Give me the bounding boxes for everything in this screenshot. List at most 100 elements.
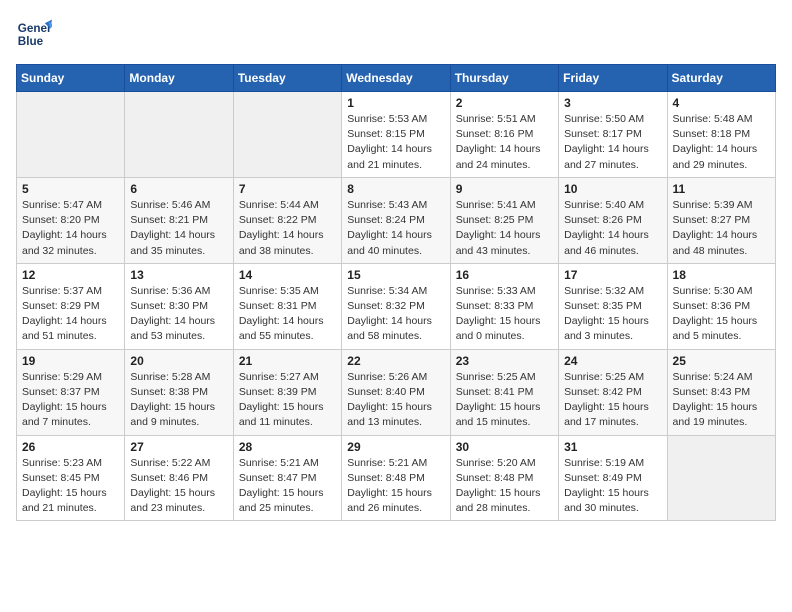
calendar-day-cell: 17Sunrise: 5:32 AMSunset: 8:35 PMDayligh… — [559, 263, 667, 349]
calendar-day-cell: 22 Sunrise: 5:26 AMSunset: 8:40 PMDayligh… — [342, 349, 450, 435]
day-info: Sunrise: 5:33 AMSunset: 8:33 PMDaylight:… — [456, 284, 553, 345]
calendar-day-cell: 19 Sunrise: 5:29 AMSunset: 8:37 PMDayligh… — [17, 349, 125, 435]
day-info: Sunrise: 5:26 AMSunset: 8:40 PMDaylight:… — [347, 370, 444, 431]
calendar-day-cell: 4 Sunrise: 5:48 AMSunset: 8:18 PMDaylight… — [667, 92, 775, 178]
day-number: 26 — [22, 440, 119, 454]
day-info: Sunrise: 5:43 AMSunset: 8:24 PMDaylight:… — [347, 198, 444, 259]
calendar-day-cell: 13 Sunrise: 5:36 AMSunset: 8:30 PMDayligh… — [125, 263, 233, 349]
day-number: 25 — [673, 354, 770, 368]
calendar-day-cell: 1 Sunrise: 5:53 AMSunset: 8:15 PMDaylight… — [342, 92, 450, 178]
day-info: Sunrise: 5:32 AMSunset: 8:35 PMDaylight:… — [564, 284, 661, 345]
day-of-week-header: Tuesday — [233, 65, 341, 92]
calendar-week-row: 26Sunrise: 5:23 AMSunset: 8:45 PMDayligh… — [17, 435, 776, 521]
page-header: General Blue — [16, 16, 776, 52]
day-number: 10 — [564, 182, 661, 196]
calendar-day-cell: 20 Sunrise: 5:28 AMSunset: 8:38 PMDayligh… — [125, 349, 233, 435]
calendar-day-cell — [667, 435, 775, 521]
day-info: Sunrise: 5:21 AMSunset: 8:48 PMDaylight:… — [347, 456, 444, 517]
day-info: Sunrise: 5:36 AMSunset: 8:30 PMDaylight:… — [130, 284, 227, 345]
day-info: Sunrise: 5:29 AMSunset: 8:37 PMDaylight:… — [22, 370, 119, 431]
calendar-day-cell: 8 Sunrise: 5:43 AMSunset: 8:24 PMDaylight… — [342, 177, 450, 263]
day-info: Sunrise: 5:30 AMSunset: 8:36 PMDaylight:… — [673, 284, 770, 345]
calendar-day-cell: 27 Sunrise: 5:22 AMSunset: 8:46 PMDayligh… — [125, 435, 233, 521]
day-of-week-header: Saturday — [667, 65, 775, 92]
calendar-day-cell: 31Sunrise: 5:19 AMSunset: 8:49 PMDayligh… — [559, 435, 667, 521]
calendar-day-cell: 25 Sunrise: 5:24 AMSunset: 8:43 PMDayligh… — [667, 349, 775, 435]
calendar-day-cell: 26Sunrise: 5:23 AMSunset: 8:45 PMDayligh… — [17, 435, 125, 521]
calendar-day-cell: 11Sunrise: 5:39 AMSunset: 8:27 PMDayligh… — [667, 177, 775, 263]
calendar-day-cell: 15 Sunrise: 5:34 AMSunset: 8:32 PMDayligh… — [342, 263, 450, 349]
day-number: 12 — [22, 268, 119, 282]
day-info: Sunrise: 5:46 AMSunset: 8:21 PMDaylight:… — [130, 198, 227, 259]
day-of-week-header: Wednesday — [342, 65, 450, 92]
day-number: 20 — [130, 354, 227, 368]
day-info: Sunrise: 5:41 AMSunset: 8:25 PMDaylight:… — [456, 198, 553, 259]
calendar-header-row: SundayMondayTuesdayWednesdayThursdayFrid… — [17, 65, 776, 92]
calendar-week-row: 19 Sunrise: 5:29 AMSunset: 8:37 PMDayligh… — [17, 349, 776, 435]
calendar-day-cell: 10 Sunrise: 5:40 AMSunset: 8:26 PMDayligh… — [559, 177, 667, 263]
day-number: 21 — [239, 354, 336, 368]
calendar-day-cell — [17, 92, 125, 178]
calendar-day-cell: 16 Sunrise: 5:33 AMSunset: 8:33 PMDayligh… — [450, 263, 558, 349]
calendar-day-cell: 6Sunrise: 5:46 AMSunset: 8:21 PMDaylight… — [125, 177, 233, 263]
calendar-day-cell: 23 Sunrise: 5:25 AMSunset: 8:41 PMDayligh… — [450, 349, 558, 435]
calendar-day-cell: 24 Sunrise: 5:25 AMSunset: 8:42 PMDayligh… — [559, 349, 667, 435]
day-number: 27 — [130, 440, 227, 454]
calendar-day-cell — [233, 92, 341, 178]
day-number: 22 — [347, 354, 444, 368]
day-info: Sunrise: 5:19 AMSunset: 8:49 PMDaylight:… — [564, 456, 661, 517]
day-info: Sunrise: 5:24 AMSunset: 8:43 PMDaylight:… — [673, 370, 770, 431]
calendar-day-cell: 28Sunrise: 5:21 AMSunset: 8:47 PMDayligh… — [233, 435, 341, 521]
day-number: 19 — [22, 354, 119, 368]
calendar-day-cell: 30 Sunrise: 5:20 AMSunset: 8:48 PMDayligh… — [450, 435, 558, 521]
calendar-week-row: 5Sunrise: 5:47 AMSunset: 8:20 PMDaylight… — [17, 177, 776, 263]
day-number: 3 — [564, 96, 661, 110]
day-number: 5 — [22, 182, 119, 196]
calendar-day-cell: 3 Sunrise: 5:50 AMSunset: 8:17 PMDaylight… — [559, 92, 667, 178]
day-info: Sunrise: 5:34 AMSunset: 8:32 PMDaylight:… — [347, 284, 444, 345]
calendar-day-cell: 7Sunrise: 5:44 AMSunset: 8:22 PMDaylight… — [233, 177, 341, 263]
day-number: 24 — [564, 354, 661, 368]
day-info: Sunrise: 5:21 AMSunset: 8:47 PMDaylight:… — [239, 456, 336, 517]
calendar-day-cell: 21 Sunrise: 5:27 AMSunset: 8:39 PMDayligh… — [233, 349, 341, 435]
calendar-day-cell: 14Sunrise: 5:35 AMSunset: 8:31 PMDayligh… — [233, 263, 341, 349]
day-info: Sunrise: 5:22 AMSunset: 8:46 PMDaylight:… — [130, 456, 227, 517]
logo-icon: General Blue — [16, 16, 52, 52]
day-number: 15 — [347, 268, 444, 282]
day-number: 2 — [456, 96, 553, 110]
day-info: Sunrise: 5:25 AMSunset: 8:41 PMDaylight:… — [456, 370, 553, 431]
day-number: 29 — [347, 440, 444, 454]
day-info: Sunrise: 5:48 AMSunset: 8:18 PMDaylight:… — [673, 112, 770, 173]
day-info: Sunrise: 5:27 AMSunset: 8:39 PMDaylight:… — [239, 370, 336, 431]
day-of-week-header: Friday — [559, 65, 667, 92]
logo: General Blue — [16, 16, 56, 52]
day-info: Sunrise: 5:51 AMSunset: 8:16 PMDaylight:… — [456, 112, 553, 173]
day-number: 1 — [347, 96, 444, 110]
calendar-day-cell — [125, 92, 233, 178]
calendar-day-cell: 12 Sunrise: 5:37 AMSunset: 8:29 PMDayligh… — [17, 263, 125, 349]
day-number: 30 — [456, 440, 553, 454]
calendar-day-cell: 18 Sunrise: 5:30 AMSunset: 8:36 PMDayligh… — [667, 263, 775, 349]
calendar-day-cell: 29 Sunrise: 5:21 AMSunset: 8:48 PMDayligh… — [342, 435, 450, 521]
day-info: Sunrise: 5:44 AMSunset: 8:22 PMDaylight:… — [239, 198, 336, 259]
day-info: Sunrise: 5:50 AMSunset: 8:17 PMDaylight:… — [564, 112, 661, 173]
day-of-week-header: Sunday — [17, 65, 125, 92]
calendar-day-cell: 5Sunrise: 5:47 AMSunset: 8:20 PMDaylight… — [17, 177, 125, 263]
day-number: 18 — [673, 268, 770, 282]
day-number: 8 — [347, 182, 444, 196]
day-number: 16 — [456, 268, 553, 282]
day-info: Sunrise: 5:53 AMSunset: 8:15 PMDaylight:… — [347, 112, 444, 173]
day-number: 13 — [130, 268, 227, 282]
calendar-table: SundayMondayTuesdayWednesdayThursdayFrid… — [16, 64, 776, 521]
day-number: 4 — [673, 96, 770, 110]
day-number: 9 — [456, 182, 553, 196]
calendar-week-row: 12 Sunrise: 5:37 AMSunset: 8:29 PMDayligh… — [17, 263, 776, 349]
day-info: Sunrise: 5:20 AMSunset: 8:48 PMDaylight:… — [456, 456, 553, 517]
day-info: Sunrise: 5:40 AMSunset: 8:26 PMDaylight:… — [564, 198, 661, 259]
day-info: Sunrise: 5:39 AMSunset: 8:27 PMDaylight:… — [673, 198, 770, 259]
day-info: Sunrise: 5:28 AMSunset: 8:38 PMDaylight:… — [130, 370, 227, 431]
day-number: 23 — [456, 354, 553, 368]
calendar-week-row: 1 Sunrise: 5:53 AMSunset: 8:15 PMDaylight… — [17, 92, 776, 178]
day-info: Sunrise: 5:37 AMSunset: 8:29 PMDaylight:… — [22, 284, 119, 345]
day-info: Sunrise: 5:25 AMSunset: 8:42 PMDaylight:… — [564, 370, 661, 431]
